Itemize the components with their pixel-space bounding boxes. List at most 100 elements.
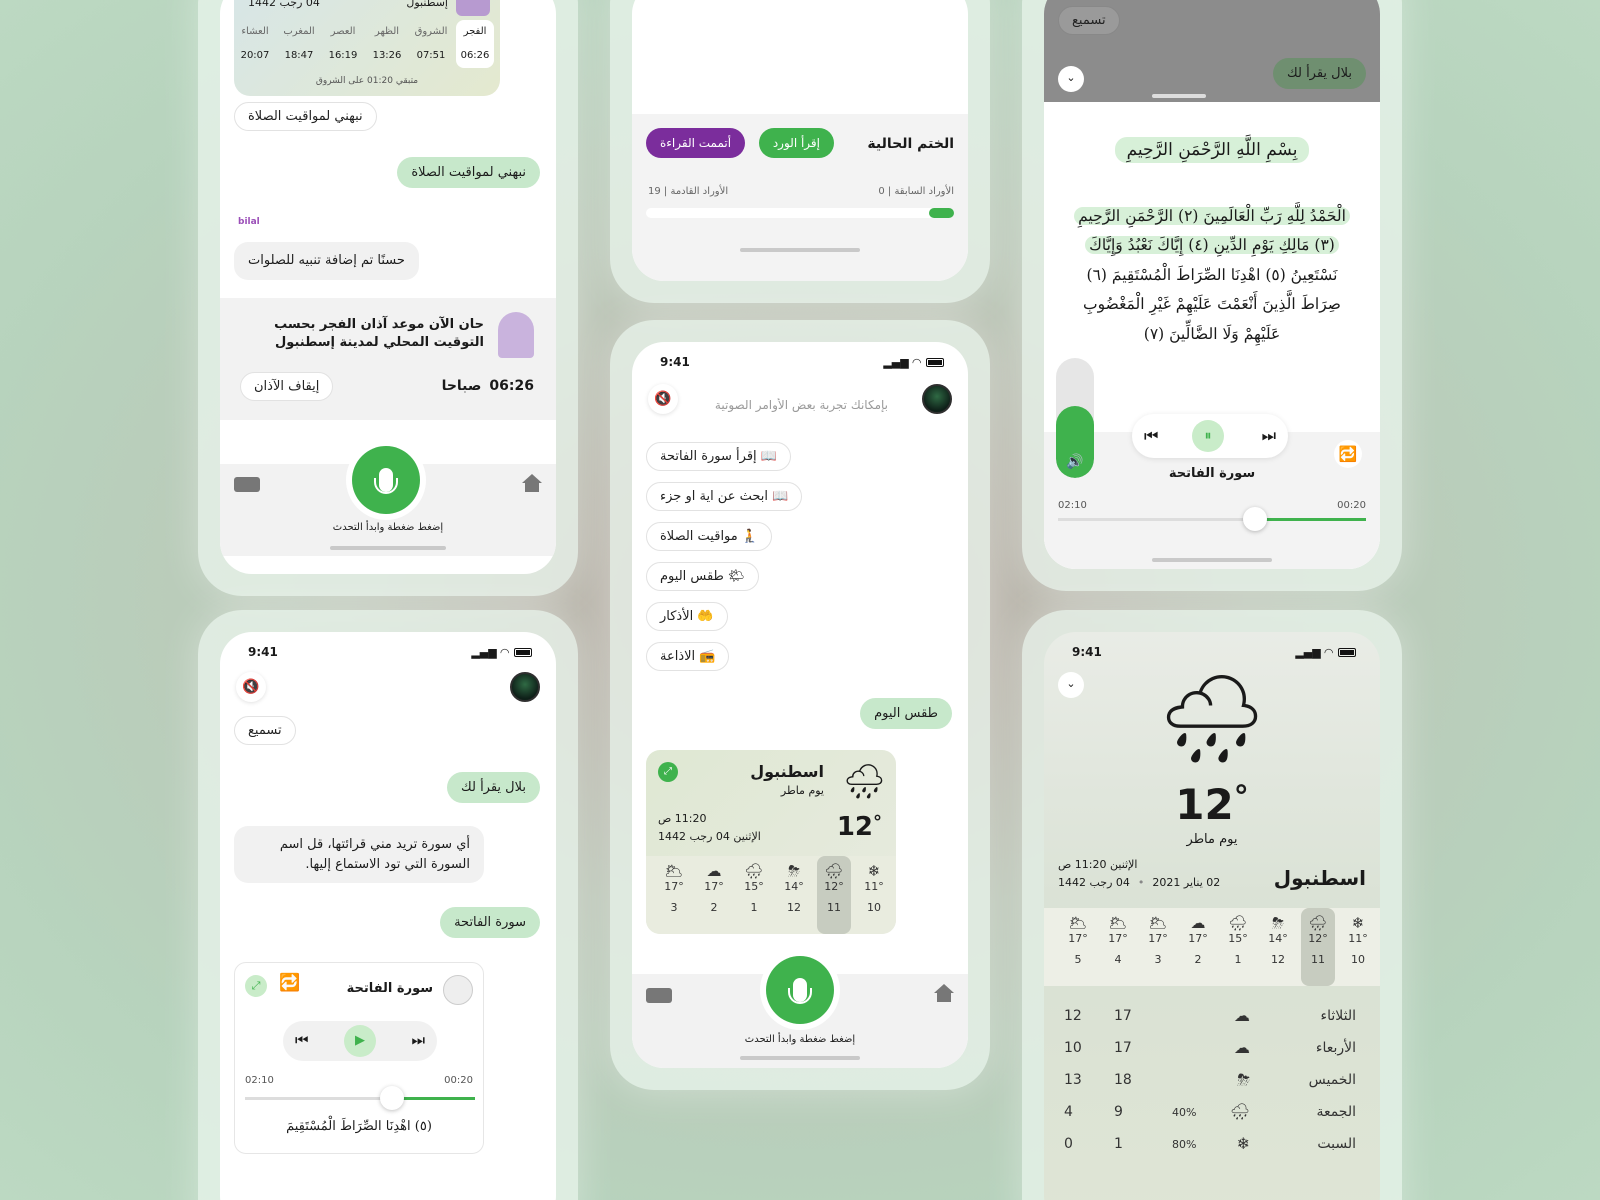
day-name: الأربعاء (1315, 1040, 1356, 1056)
rain-cloud-icon: 🌧 (1157, 669, 1267, 769)
home-icon[interactable] (522, 474, 542, 492)
sheet-handle[interactable] (1152, 94, 1206, 98)
hour-cell: 🌥 17° 5 (1064, 914, 1092, 966)
chip-adhkar[interactable]: 🤲 الأذكار (646, 602, 728, 631)
chip-prayer-times[interactable]: 🧎 مواقيت الصلاة (646, 522, 773, 551)
prayer-name-4: المغرب (283, 26, 315, 37)
phone-khatma: الختم الحالية إقرأ الورد أتممت القراءة ا… (610, 0, 990, 303)
chip-label: طقس اليوم (660, 569, 724, 584)
previous-icon[interactable]: ⏮ (295, 1031, 309, 1049)
chip-radio[interactable]: 📻 الاذاعة (646, 642, 730, 671)
weather-icon: ☁ (1234, 1038, 1250, 1057)
hour-cell: 🌧 15° 1 (1224, 914, 1252, 966)
hour-cell: 🌧 15° 1 (740, 862, 768, 914)
weather-time: 11:20 ص (658, 812, 707, 825)
prayer-time-2: 13:26 (372, 50, 402, 61)
avatar[interactable] (922, 384, 952, 414)
mic-icon (374, 468, 398, 494)
temp-value: 12 (836, 812, 873, 842)
next-icon[interactable]: ⏭ (411, 1031, 425, 1049)
hour-temp: 14° (784, 880, 804, 893)
hour-label: 3 (1154, 953, 1162, 966)
hands-icon: 🤲 (697, 609, 714, 624)
keyboard-icon[interactable] (234, 477, 260, 492)
prayer-time-3: 16:19 (328, 50, 358, 61)
bilal-reads-message: بلال يقرأ لك (1273, 58, 1366, 89)
keyboard-icon[interactable] (646, 988, 672, 1003)
chevron-down-icon[interactable]: ⌄ (1058, 66, 1084, 92)
playback-controls: ⏮ ▶ ⏭ (283, 1021, 437, 1061)
weather-icon: 🌧 (1229, 1102, 1250, 1121)
seek-track[interactable] (1058, 507, 1366, 531)
sama-chip[interactable]: تسميع (234, 716, 296, 745)
expand-icon[interactable]: ⤢ (245, 975, 267, 997)
hourly-forecast: ❄ 11° 10 🌧 12° 11 ⛈ 14° 12 🌧 15° 1 ☁ 17° 2 🌥 17° 3 (646, 856, 896, 934)
home-icon[interactable] (934, 984, 954, 1002)
mic-button[interactable] (766, 956, 834, 1024)
next-icon[interactable]: ⏭ (1262, 426, 1276, 446)
previous-icon[interactable]: ⏮ (1144, 426, 1158, 446)
seek-knob[interactable] (380, 1086, 405, 1110)
expand-icon[interactable]: ⤢ (658, 762, 678, 782)
hour-temp: 12° (824, 880, 844, 893)
pause-icon[interactable]: ⏸ (1192, 420, 1224, 452)
weather-icon: 🌥 (1148, 914, 1168, 932)
hour-cell: ⛈ 14° 12 (780, 862, 808, 914)
elapsed-time: 00:20 (444, 1075, 473, 1086)
daily-forecast: الثلاثاء ☁ 17 12 الأربعاء ☁ 17 10 الخميس ⛈ 18 13 الج… (1044, 1002, 1380, 1200)
prayer-time-1: 07:51 (416, 50, 446, 61)
prayer-name-2: الظهر (374, 26, 400, 37)
mosque-icon (456, 0, 490, 16)
khatma-title: الختم الحالية (867, 136, 954, 152)
daily-row: الثلاثاء ☁ 17 12 (1044, 1002, 1380, 1032)
separator-dot: • (1137, 876, 1145, 889)
hour-label: 11 (1311, 953, 1325, 966)
rain-cloud-icon: 🌧 (842, 762, 886, 802)
mic-icon (788, 978, 812, 1004)
seek-track[interactable] (245, 1086, 475, 1110)
battery-icon (1338, 647, 1356, 657)
prayer-name-0: الفجر (463, 26, 487, 37)
home-indicator (330, 546, 446, 550)
weather-icon: ☁ (706, 862, 722, 880)
hour-cell: 🌧 12° 11 (820, 862, 848, 914)
notify-prayer-chip[interactable]: نبهني لمواقيت الصلاة (234, 102, 377, 131)
hour-temp: 17° (1108, 932, 1128, 945)
seek-knob[interactable] (1243, 507, 1268, 531)
mute-icon[interactable]: 🔇 (236, 672, 266, 702)
hour-temp: 17° (704, 880, 724, 893)
playback-controls: ⏮ ⏸ ⏭ (1132, 414, 1288, 458)
prayer-time-5: 20:07 (240, 50, 270, 61)
home-indicator (740, 1056, 860, 1060)
prayer-name-3: العصر (330, 26, 356, 37)
chip-weather[interactable]: 🌤 طقس اليوم (646, 562, 759, 591)
remaining-time: 02:10 (1058, 500, 1087, 511)
hour-label: 2 (1194, 953, 1202, 966)
status-icons: ▂▄▆ ◠ (883, 356, 944, 369)
temp-value: 12 (1175, 780, 1234, 829)
volume-slider[interactable]: 🔊 (1056, 358, 1094, 478)
prayer-icon: 🧎 (741, 529, 759, 544)
day-name: الثلاثاء (1320, 1008, 1356, 1024)
hour-temp: 17° (1188, 932, 1208, 945)
chip-read-fatiha[interactable]: 📖 إقرأ سورة الفاتحة (646, 442, 791, 471)
chip-search-aya[interactable]: 📖 ابحث عن اية او جزء (646, 482, 803, 511)
weather-temp: 12° (1175, 780, 1249, 829)
stop-adhan-button[interactable]: إيقاف الآذان (240, 372, 334, 401)
hour-temp: 11° (864, 880, 884, 893)
hour-cell: ❄ 11° 10 (860, 862, 888, 914)
ayat-block: الْحَمْدُ لِلَّهِ رَبِّ الْعَالَمِينَ (٢… (1070, 202, 1354, 349)
repeat-icon[interactable]: 🔁 (279, 973, 300, 993)
play-icon[interactable]: ▶ (344, 1025, 376, 1057)
mic-button[interactable] (352, 446, 420, 514)
hour-temp: 14° (1268, 932, 1288, 945)
avatar[interactable] (510, 672, 540, 702)
weather-time: الإثنين 11:20 ص (1058, 858, 1138, 871)
sama-chip[interactable]: تسميع (1058, 6, 1120, 35)
repeat-icon[interactable]: 🔁 (1334, 440, 1362, 468)
read-wird-button[interactable]: إقرأ الورد (758, 128, 834, 158)
chip-label: ابحث عن اية او جزء (660, 489, 768, 504)
phone-voice-commands: 9:41 ▂▄▆ ◠ 🔇 بإمكانك تجربة بعض الأوامر ال… (610, 320, 990, 1090)
weather-icon: 🌧 (1228, 914, 1248, 932)
done-reading-button[interactable]: أتممت القراءة (646, 128, 746, 158)
